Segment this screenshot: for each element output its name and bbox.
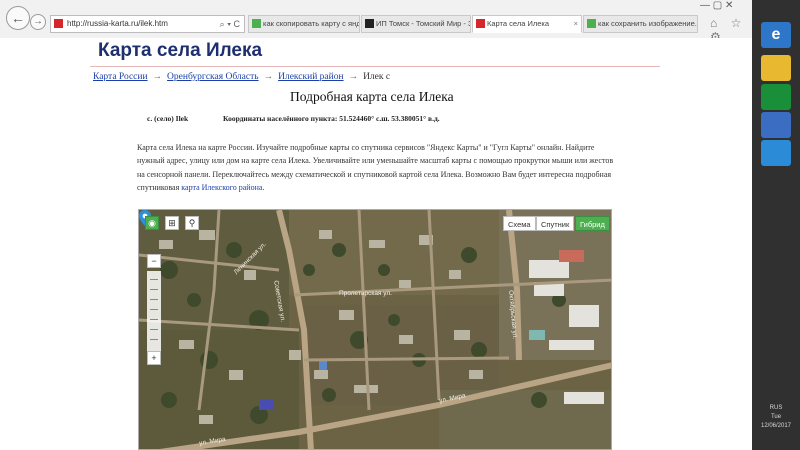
browser-chrome: ← → http://russia-karta.ru/ilek.htm ⌕ ▾ … bbox=[0, 0, 752, 44]
breadcrumb-separator: → bbox=[263, 72, 274, 82]
zoom-slider[interactable] bbox=[147, 271, 161, 351]
settlement-label: с. (село) Ilek bbox=[147, 114, 189, 123]
map-mode-scheme-button[interactable]: Схема bbox=[503, 216, 536, 231]
title-divider bbox=[90, 66, 660, 67]
window-controls[interactable]: — ▢ ✕ bbox=[700, 0, 752, 14]
charm-bar: e bbox=[752, 0, 800, 450]
eye-icon[interactable]: ◉ bbox=[145, 216, 159, 230]
language-indicator[interactable]: RUS bbox=[752, 404, 800, 413]
map-mode-satellite-button[interactable]: Спутник bbox=[536, 216, 575, 231]
tab-favicon-icon bbox=[587, 19, 596, 28]
close-tab-icon[interactable]: × bbox=[574, 16, 578, 32]
satellite-map[interactable]: Пролетарская ул. Советская ул. ул. Мира … bbox=[138, 209, 612, 450]
street-label: Пролетарская ул. bbox=[339, 290, 392, 297]
store-icon[interactable] bbox=[761, 84, 791, 110]
site-favicon-icon bbox=[54, 19, 63, 28]
file-explorer-icon[interactable] bbox=[761, 55, 791, 81]
settlement-info: с. (село) Ilek Координаты населённого пу… bbox=[147, 114, 440, 123]
tab-favicon-icon bbox=[365, 19, 374, 28]
breadcrumb-separator: → bbox=[152, 72, 163, 82]
tab-favicon-icon bbox=[476, 19, 485, 28]
zoom-in-button[interactable]: + bbox=[147, 351, 161, 365]
tab-label: Карта села Илека bbox=[487, 19, 550, 28]
forward-button[interactable]: → bbox=[30, 14, 46, 30]
tab-favicon-icon bbox=[252, 19, 261, 28]
coordinates-text: Координаты населённого пункта: 51.524460… bbox=[223, 114, 440, 123]
address-bar[interactable]: http://russia-karta.ru/ilek.htm ⌕ ▾ C bbox=[50, 15, 245, 33]
breadcrumb-separator: → bbox=[348, 72, 359, 82]
internet-explorer-icon[interactable]: e bbox=[761, 22, 791, 48]
breadcrumb-link-ilek-district[interactable]: Илекский район bbox=[278, 72, 343, 82]
description-paragraph: Карта села Илека на карте России. Изучай… bbox=[137, 141, 617, 194]
web-page: Карта села Илека Карта России → Оренбургск… bbox=[0, 38, 752, 450]
description-end: . bbox=[262, 182, 265, 192]
tab-label: как сохранить изображение... bbox=[598, 19, 698, 28]
tab-1[interactable]: как скопировать карту с янде... bbox=[248, 15, 360, 33]
system-clock: RUS Tue 12/06/2017 bbox=[752, 404, 800, 431]
tab-3-active[interactable]: Карта села Илека × bbox=[472, 15, 582, 33]
breadcrumb-link-russia[interactable]: Карта России bbox=[93, 72, 148, 82]
ruler-icon[interactable]: ⊞ bbox=[165, 216, 179, 230]
url-text: http://russia-karta.ru/ilek.htm bbox=[67, 19, 168, 28]
tab-4[interactable]: как сохранить изображение... bbox=[583, 15, 698, 33]
tab-label: ИП Томск - Томский Мир - З... bbox=[376, 19, 471, 28]
address-tools[interactable]: ⌕ ▾ C bbox=[220, 16, 240, 32]
map-mode-hybrid-button[interactable]: Гибрид bbox=[575, 216, 610, 231]
site-title: Карта села Илека bbox=[98, 40, 263, 61]
district-map-link[interactable]: карта Илекского района bbox=[181, 183, 262, 192]
tab-2[interactable]: ИП Томск - Томский Мир - З... bbox=[361, 15, 471, 33]
back-button[interactable]: ← bbox=[6, 6, 30, 30]
page-heading: Подробная карта села Илека bbox=[290, 89, 454, 104]
satellite-imagery bbox=[139, 210, 611, 449]
breadcrumb-current: Илек с bbox=[363, 72, 391, 82]
desktop-icon[interactable] bbox=[761, 112, 791, 138]
date-label: 12/06/2017 bbox=[760, 423, 792, 429]
breadcrumb-link-orenburg[interactable]: Оренбургская Область bbox=[167, 72, 259, 82]
link-icon[interactable]: ⚲ bbox=[185, 216, 199, 230]
day-label: Tue bbox=[770, 414, 782, 420]
skype-icon[interactable] bbox=[761, 140, 791, 166]
breadcrumb: Карта России → Оренбургская Область → Илекск… bbox=[93, 72, 390, 82]
zoom-out-button[interactable]: − bbox=[147, 254, 161, 268]
tab-label: как скопировать карту с янде... bbox=[263, 19, 360, 28]
